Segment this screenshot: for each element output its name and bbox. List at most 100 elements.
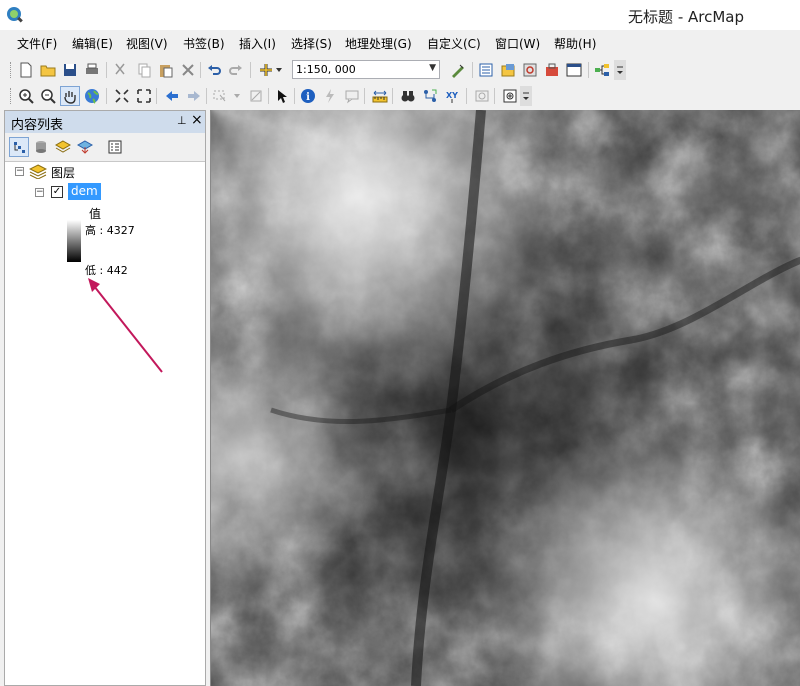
toc-options-icon[interactable] bbox=[105, 137, 125, 157]
editor-icon[interactable] bbox=[448, 60, 468, 80]
menu-customize[interactable]: 自定义(C) bbox=[427, 35, 481, 52]
tools-toolbar: i XY bbox=[0, 83, 800, 109]
toc-window-icon[interactable] bbox=[476, 60, 496, 80]
print-icon[interactable] bbox=[82, 60, 102, 80]
scale-value: 1:150, 000 bbox=[296, 63, 356, 76]
list-by-visibility-icon[interactable] bbox=[53, 137, 73, 157]
map-display[interactable] bbox=[210, 110, 800, 686]
select-features-icon[interactable] bbox=[210, 86, 230, 106]
delete-icon[interactable] bbox=[178, 60, 198, 80]
new-icon[interactable] bbox=[16, 60, 36, 80]
pan-icon[interactable] bbox=[60, 86, 80, 106]
model-builder-icon[interactable] bbox=[592, 60, 612, 80]
measure-icon[interactable] bbox=[370, 86, 390, 106]
menu-geoprocessing[interactable]: 地理处理(G) bbox=[345, 35, 412, 52]
back-extent-icon[interactable] bbox=[162, 86, 182, 106]
collapse-icon[interactable]: − bbox=[15, 167, 24, 176]
pin-icon[interactable]: ⊥ bbox=[177, 114, 187, 127]
layers-icon bbox=[29, 164, 47, 179]
toolbox-icon[interactable] bbox=[542, 60, 562, 80]
collapse-icon[interactable]: − bbox=[35, 188, 44, 197]
time-slider-icon[interactable] bbox=[472, 86, 492, 106]
separator bbox=[106, 88, 107, 104]
separator bbox=[206, 88, 207, 104]
separator bbox=[268, 88, 269, 104]
open-icon[interactable] bbox=[38, 60, 58, 80]
separator bbox=[466, 88, 467, 104]
python-window-icon[interactable] bbox=[564, 60, 584, 80]
menu-file[interactable]: 文件(F) bbox=[17, 35, 57, 52]
zoom-in-icon[interactable] bbox=[16, 86, 36, 106]
separator bbox=[392, 88, 393, 104]
chevron-down-icon: ▼ bbox=[429, 63, 436, 73]
legend-high-value: 高 : 4327 bbox=[85, 224, 135, 237]
add-data-icon[interactable] bbox=[256, 60, 276, 80]
search-window-icon[interactable] bbox=[520, 60, 540, 80]
toolbar-grip[interactable] bbox=[10, 88, 14, 104]
clear-selection-icon[interactable] bbox=[246, 86, 266, 106]
find-icon[interactable] bbox=[398, 86, 418, 106]
undo-icon[interactable] bbox=[204, 60, 224, 80]
title-bar: 无标题 - ArcMap bbox=[0, 0, 800, 30]
list-by-source-icon[interactable] bbox=[31, 137, 51, 157]
separator bbox=[200, 62, 201, 78]
separator bbox=[364, 88, 365, 104]
menu-view[interactable]: 视图(V) bbox=[126, 35, 168, 52]
html-popup-icon[interactable] bbox=[342, 86, 362, 106]
window-title: 无标题 - ArcMap bbox=[628, 8, 744, 26]
hyperlink-icon[interactable] bbox=[320, 86, 340, 106]
legend-field-label: 值 bbox=[89, 207, 102, 221]
list-by-drawing-order-icon[interactable] bbox=[9, 137, 29, 157]
select-icon[interactable] bbox=[272, 86, 292, 106]
menu-insert[interactable]: 插入(I) bbox=[239, 35, 276, 52]
separator bbox=[294, 88, 295, 104]
add-data-dropdown-icon[interactable] bbox=[274, 60, 284, 80]
separator bbox=[156, 88, 157, 104]
toolbar-grip[interactable] bbox=[10, 62, 14, 78]
toolbar-overflow-icon[interactable] bbox=[520, 86, 532, 106]
close-icon[interactable]: × bbox=[191, 112, 203, 128]
separator bbox=[472, 62, 473, 78]
viewer-window-icon[interactable] bbox=[500, 86, 520, 106]
svg-text:i: i bbox=[306, 92, 310, 103]
toc-toolbar bbox=[5, 133, 205, 162]
xy-icon[interactable]: XY bbox=[442, 86, 462, 106]
cut-icon[interactable] bbox=[110, 60, 130, 80]
fixed-zoom-in-icon[interactable] bbox=[112, 86, 132, 106]
dem-raster bbox=[211, 110, 800, 686]
layers-group-label[interactable]: 图层 bbox=[51, 164, 75, 181]
globe-icon[interactable] bbox=[82, 86, 102, 106]
toolbar-overflow-icon[interactable] bbox=[614, 60, 626, 80]
menu-selection[interactable]: 选择(S) bbox=[291, 35, 332, 52]
scale-selector[interactable]: 1:150, 000 ▼ bbox=[292, 60, 440, 79]
layer-visibility-checkbox[interactable]: ✓ bbox=[51, 186, 63, 198]
find-route-icon[interactable] bbox=[420, 86, 440, 106]
forward-extent-icon[interactable] bbox=[184, 86, 204, 106]
select-dropdown-icon[interactable] bbox=[232, 86, 242, 106]
menu-windows[interactable]: 窗口(W) bbox=[495, 35, 540, 52]
copy-icon[interactable] bbox=[134, 60, 154, 80]
menu-bookmarks[interactable]: 书签(B) bbox=[183, 35, 225, 52]
elevation-ramp-swatch bbox=[67, 220, 81, 262]
svg-text:XY: XY bbox=[446, 91, 458, 100]
standard-toolbar: 1:150, 000 ▼ bbox=[0, 57, 800, 83]
fixed-zoom-out-icon[interactable] bbox=[134, 86, 154, 106]
menu-help[interactable]: 帮助(H) bbox=[554, 35, 596, 52]
separator bbox=[494, 88, 495, 104]
list-by-selection-icon[interactable] bbox=[75, 137, 95, 157]
paste-icon[interactable] bbox=[156, 60, 176, 80]
layer-name[interactable]: dem bbox=[68, 183, 101, 200]
save-icon[interactable] bbox=[60, 60, 80, 80]
table-of-contents-panel: 内容列表 ⊥ × − 图层 − ✓ dem 值 高 : 4327 低 : 442 bbox=[4, 110, 206, 686]
menu-bar: 文件(F) 编辑(E) 视图(V) 书签(B) 插入(I) 选择(S) 地理处理… bbox=[0, 32, 800, 54]
annotation-arrow bbox=[88, 278, 163, 373]
catalog-icon[interactable] bbox=[498, 60, 518, 80]
separator bbox=[250, 62, 251, 78]
separator bbox=[106, 62, 107, 78]
redo-icon[interactable] bbox=[226, 60, 246, 80]
menu-edit[interactable]: 编辑(E) bbox=[72, 35, 113, 52]
identify-icon[interactable]: i bbox=[298, 86, 318, 106]
toc-tree: − 图层 − ✓ dem 值 高 : 4327 低 : 442 bbox=[5, 161, 205, 685]
zoom-out-icon[interactable] bbox=[38, 86, 58, 106]
separator bbox=[588, 62, 589, 78]
